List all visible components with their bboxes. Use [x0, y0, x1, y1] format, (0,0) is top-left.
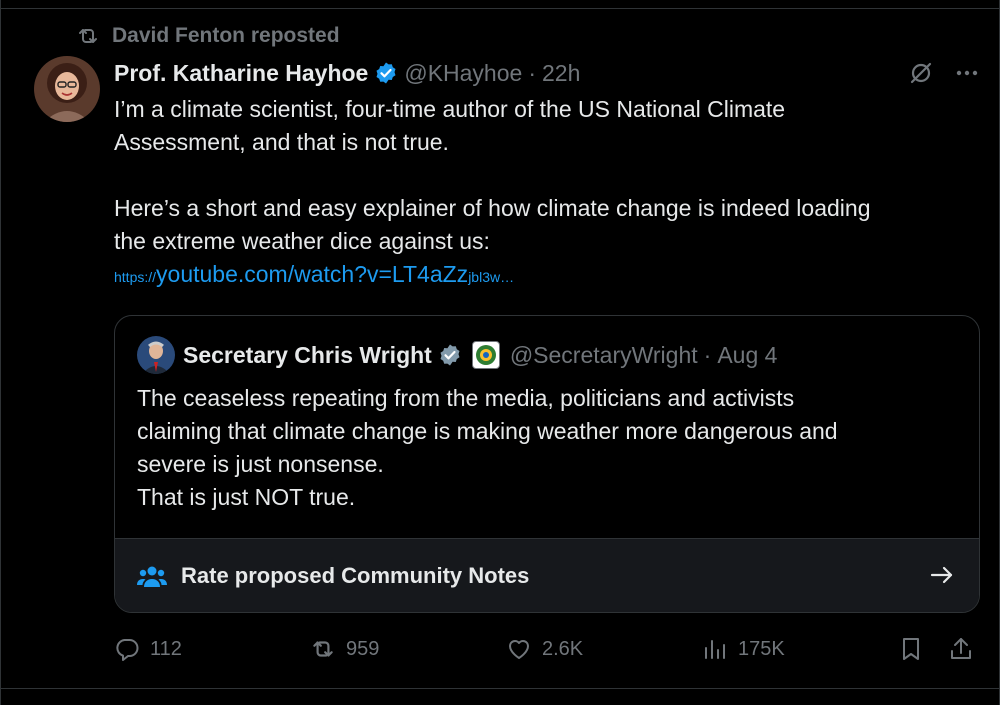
quoted-author-handle[interactable]: @SecretaryWright: [510, 342, 698, 369]
header-actions: [908, 60, 980, 86]
bookmark-button[interactable]: [898, 636, 924, 662]
link-suffix: jbl3w…: [468, 269, 515, 285]
tweet-text-line: Here’s a short and easy explainer of how…: [114, 195, 871, 221]
quoted-date[interactable]: Aug 4: [717, 342, 777, 369]
affiliation-badge-icon[interactable]: [471, 341, 500, 369]
views-icon: [705, 640, 725, 659]
tweet-text-line: Assessment, and that is not true.: [114, 129, 449, 155]
quoted-text-line: claiming that climate change is making w…: [137, 418, 838, 444]
link-main: youtube.com/watch?v=LT4aZz: [156, 261, 469, 287]
quoted-author-name[interactable]: Secretary Chris Wright: [183, 342, 432, 369]
repost-count: 959: [346, 637, 380, 660]
tweet-text-line: the extreme weather dice against us:: [114, 228, 490, 254]
arrow-right-icon: [930, 566, 953, 584]
share-icon: [951, 638, 971, 659]
divider-bottom: [0, 688, 1000, 689]
community-notes-icon: [137, 566, 167, 587]
author-avatar[interactable]: [34, 56, 100, 122]
views-button[interactable]: 175K: [702, 636, 785, 662]
quoted-text-line: The ceaseless repeating from the media, …: [137, 385, 795, 411]
header-separator: ·: [528, 59, 536, 86]
rate-community-notes-button[interactable]: Rate proposed Community Notes: [115, 538, 979, 612]
quoted-tweet-body: The ceaseless repeating from the media, …: [137, 382, 957, 514]
repost-button[interactable]: 959: [310, 636, 379, 662]
quoted-author-avatar[interactable]: [137, 336, 175, 374]
tweet-body: I’m a climate scientist, four-time autho…: [114, 93, 974, 294]
tweet-timestamp[interactable]: 22h: [542, 60, 580, 87]
like-count: 2.6K: [542, 637, 584, 660]
quoted-separator: ·: [703, 341, 712, 368]
grok-icon[interactable]: [908, 60, 934, 86]
divider-top: [0, 8, 1000, 9]
youtube-link[interactable]: https://youtube.com/watch?v=LT4aZzjbl3w…: [114, 258, 974, 294]
verified-badge-icon[interactable]: [374, 61, 398, 85]
reply-count: 112: [150, 637, 182, 660]
bookmark-icon: [903, 638, 919, 660]
tweet-text-line: I’m a climate scientist, four-time autho…: [114, 96, 786, 122]
community-notes-label: Rate proposed Community Notes: [181, 563, 530, 588]
government-verified-badge-icon[interactable]: [438, 343, 462, 367]
repost-indicator[interactable]: David Fenton reposted: [76, 22, 340, 50]
like-button[interactable]: 2.6K: [506, 636, 583, 662]
reply-button[interactable]: 112: [114, 636, 182, 662]
quoted-text-line: severe is just nonsense.: [137, 451, 384, 477]
repost-icon: [313, 641, 333, 657]
reply-icon: [116, 639, 139, 661]
repost-text: David Fenton reposted: [112, 24, 340, 47]
repost-icon: [79, 29, 97, 43]
author-handle[interactable]: @KHayhoe: [404, 60, 522, 87]
heart-icon: [509, 640, 529, 659]
tweet-actions-bar: 112 959 2.6K 175K: [114, 636, 980, 668]
more-options-icon[interactable]: [954, 60, 980, 86]
quoted-text-line: That is just NOT true.: [137, 484, 356, 510]
views-count: 175K: [738, 637, 785, 660]
link-prefix: https://: [114, 269, 157, 285]
share-button[interactable]: [948, 636, 974, 662]
tweet-header: Prof. Katharine Hayhoe @KHayhoe · 22h: [114, 58, 580, 88]
quoted-tweet[interactable]: Secretary Chris Wright @SecretaryWright …: [114, 315, 980, 613]
author-name[interactable]: Prof. Katharine Hayhoe: [114, 60, 368, 87]
quoted-tweet-header: Secretary Chris Wright @SecretaryWright …: [137, 336, 777, 374]
